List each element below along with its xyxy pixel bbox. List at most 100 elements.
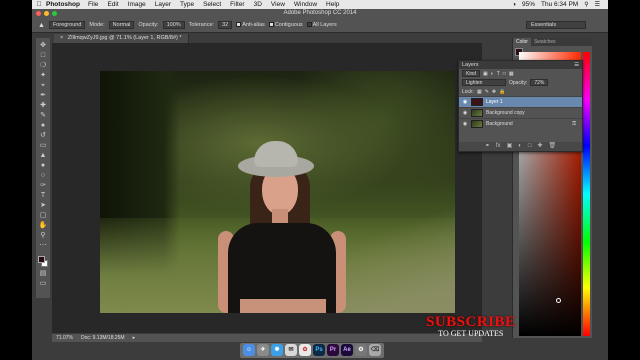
clock[interactable]: Thu 6:34 PM (541, 1, 578, 8)
layer-name[interactable]: Background copy (486, 110, 525, 116)
safari-icon[interactable]: ✹ (271, 344, 283, 356)
opacity-input[interactable]: 100% (162, 21, 185, 29)
filter-pixel-icon[interactable]: ▣ (483, 71, 488, 77)
history-brush-tool-icon[interactable]: ↺ (39, 132, 48, 140)
wifi-icon[interactable]: ◑ (512, 2, 516, 8)
paint-bucket-tool-icon[interactable]: ▲ (39, 152, 48, 160)
layer-style-icon[interactable]: fx (496, 142, 501, 151)
fill-source-select[interactable]: Foreground (48, 21, 86, 29)
add-mask-icon[interactable]: ▣ (507, 142, 513, 151)
filter-smart-object-icon[interactable]: ▦ (509, 71, 514, 77)
visibility-eye-icon[interactable]: ◉ (462, 121, 468, 127)
layer-row[interactable]: ◉ Layer 1 (459, 96, 582, 107)
color-picker-cursor[interactable] (556, 298, 561, 303)
brush-tool-icon[interactable]: ✎ (39, 112, 48, 120)
launchpad-icon[interactable]: ✈ (257, 344, 269, 356)
link-layers-icon[interactable]: ⚭ (485, 142, 490, 151)
lock-all-icon[interactable]: 🔒 (499, 89, 505, 95)
marquee-tool-icon[interactable]: □ (39, 52, 48, 60)
pen-tool-icon[interactable]: ✑ (39, 182, 48, 190)
layer-kind-filter[interactable]: Kind (462, 70, 481, 77)
layer-name[interactable]: Background (486, 121, 513, 127)
workspace-select[interactable]: Essentials (526, 21, 586, 29)
tab-color[interactable]: Color (513, 38, 531, 46)
path-select-tool-icon[interactable]: ➤ (39, 202, 48, 210)
menu-type[interactable]: Type (180, 1, 194, 8)
visibility-eye-icon[interactable]: ◉ (462, 99, 468, 105)
panel-menu-icon[interactable]: ☰ (574, 62, 579, 68)
all-layers-checkbox[interactable]: All Layers (306, 22, 337, 28)
layer-name[interactable]: Layer 1 (486, 99, 503, 105)
menu-select[interactable]: Select (203, 1, 221, 8)
paint-bucket-icon[interactable]: ▲ (38, 22, 45, 29)
quick-select-tool-icon[interactable]: ✦ (39, 72, 48, 80)
layer-opacity-input[interactable]: 72% (530, 79, 549, 86)
system-preferences-icon[interactable]: ⚙ (355, 344, 367, 356)
search-icon[interactable]: ⚲ (584, 1, 588, 8)
clone-stamp-tool-icon[interactable]: ♠ (39, 122, 48, 130)
photos-icon[interactable]: ✿ (299, 344, 311, 356)
quick-mask-icon[interactable]: ▤ (39, 270, 48, 278)
healing-brush-tool-icon[interactable]: ✚ (39, 102, 48, 110)
lock-transparent-icon[interactable]: ▦ (477, 89, 482, 95)
finder-icon[interactable]: ☺ (243, 344, 255, 356)
type-tool-icon[interactable]: T (39, 192, 48, 200)
after-effects-icon[interactable]: Ae (341, 344, 353, 356)
close-tab-icon[interactable]: × (60, 35, 63, 41)
eyedropper-tool-icon[interactable]: ✒ (39, 92, 48, 100)
zoom-level[interactable]: 71.07% (56, 335, 73, 341)
filter-type-icon[interactable]: T (497, 71, 500, 77)
notification-center-icon[interactable]: ☰ (595, 1, 600, 8)
doc-size[interactable]: Doc: 9.13M/18.25M (81, 335, 125, 341)
lock-position-icon[interactable]: ✥ (492, 89, 496, 95)
move-tool-icon[interactable]: ✥ (39, 42, 48, 50)
new-group-icon[interactable]: □ (528, 142, 532, 151)
screen-mode-icon[interactable]: ▭ (39, 280, 48, 288)
status-arrow-icon[interactable]: ▸ (133, 335, 136, 341)
filter-adjustment-icon[interactable]: ◐ (491, 71, 494, 77)
canvas-area[interactable] (52, 43, 482, 333)
mail-icon[interactable]: ✉ (285, 344, 297, 356)
layers-panel-title[interactable]: Layers (462, 62, 479, 68)
mode-select[interactable]: Normal (108, 21, 135, 29)
menu-filter[interactable]: Filter (230, 1, 244, 8)
shape-tool-icon[interactable]: ▢ (39, 212, 48, 220)
menu-layer[interactable]: Layer (155, 1, 171, 8)
menu-help[interactable]: Help (326, 1, 339, 8)
filter-shape-icon[interactable]: □ (503, 71, 506, 77)
menu-window[interactable]: Window (294, 1, 317, 8)
zoom-window-icon[interactable] (52, 11, 57, 16)
color-swatches[interactable] (38, 256, 48, 268)
app-name-menu[interactable]: Photoshop (46, 1, 80, 8)
menu-edit[interactable]: Edit (107, 1, 118, 8)
zoom-tool-icon[interactable]: ⚲ (39, 232, 48, 240)
visibility-eye-icon[interactable]: ◉ (462, 110, 468, 116)
menu-image[interactable]: Image (128, 1, 146, 8)
trash-icon[interactable]: ⌫ (369, 344, 381, 356)
photo-canvas[interactable] (100, 71, 455, 313)
tolerance-input[interactable]: 32 (218, 21, 233, 29)
document-tab[interactable]: × ZIllmqwZyJ9.jpg @ 71.1% (Layer 1, RGB/… (54, 34, 189, 43)
more-tools-icon[interactable]: ⋯ (39, 242, 48, 250)
lasso-tool-icon[interactable]: ❍ (39, 62, 48, 70)
layer-row[interactable]: ◉ Background copy (459, 107, 582, 118)
battery-percent[interactable]: 95% (522, 1, 535, 8)
minimize-window-icon[interactable] (44, 11, 49, 16)
foreground-color-swatch[interactable] (38, 256, 45, 263)
adjustment-layer-icon[interactable]: ◐ (518, 142, 522, 151)
contiguous-checkbox[interactable]: Contiguous (268, 22, 303, 28)
new-layer-icon[interactable]: ✚ (537, 142, 542, 151)
hue-slider[interactable] (583, 52, 590, 336)
dodge-tool-icon[interactable]: ○ (39, 172, 48, 180)
tab-swatches[interactable]: Swatches (531, 38, 559, 46)
crop-tool-icon[interactable]: ⌖ (39, 82, 48, 90)
menu-file[interactable]: File (88, 1, 98, 8)
lock-image-icon[interactable]: ✎ (485, 89, 489, 95)
menu-view[interactable]: View (271, 1, 285, 8)
premiere-icon[interactable]: Pr (327, 344, 339, 356)
anti-alias-checkbox[interactable]: Anti-alias (236, 22, 265, 28)
blur-tool-icon[interactable]: ● (39, 162, 48, 170)
menu-3d[interactable]: 3D (254, 1, 262, 8)
layer-row[interactable]: ◉ Background ⚿ (459, 118, 582, 129)
blend-mode-select[interactable]: Lighten (462, 79, 506, 86)
